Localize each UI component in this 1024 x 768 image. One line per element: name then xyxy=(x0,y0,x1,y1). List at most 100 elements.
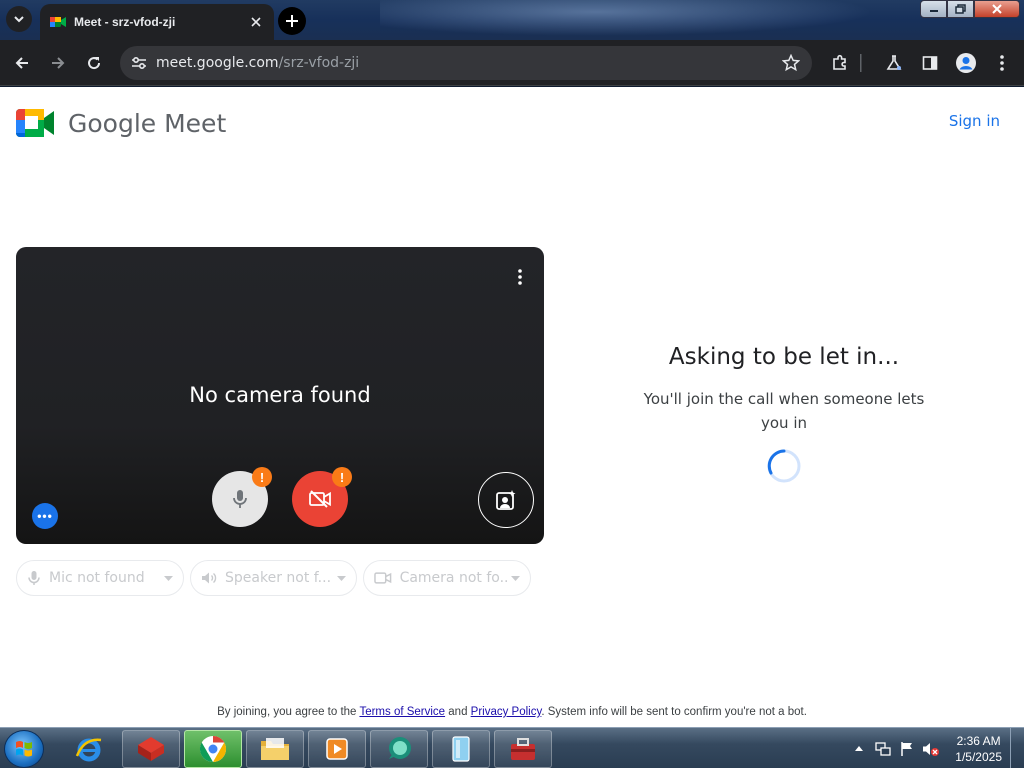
reload-icon xyxy=(88,57,101,70)
taskbar-file-explorer[interactable] xyxy=(246,730,304,768)
terms-of-service-link[interactable]: Terms of Service xyxy=(359,706,445,718)
side-panel-icon xyxy=(922,56,938,70)
legal-suffix: . System info will be sent to confirm yo… xyxy=(541,706,807,718)
sign-in-link[interactable]: Sign in xyxy=(949,112,1000,130)
chrome-icon xyxy=(199,735,227,763)
taskbar-chrome-browser[interactable] xyxy=(184,730,242,768)
flag-icon xyxy=(901,741,912,756)
caret-down-icon xyxy=(336,573,346,583)
network-tray-icon[interactable] xyxy=(874,740,892,758)
mic-icon xyxy=(233,490,247,508)
avatar-icon xyxy=(956,53,976,73)
no-camera-message: No camera found xyxy=(189,383,371,407)
browser-tab-meet[interactable]: Meet - srz-vfod-zji xyxy=(40,4,274,40)
chevron-down-icon xyxy=(14,16,24,23)
meet-page: Google Meet Sign in No camera found ! ! … xyxy=(0,87,1024,727)
tab-title: Meet - srz-vfod-zji xyxy=(74,15,176,29)
window-close-button[interactable] xyxy=(974,0,1020,18)
preview-options-button[interactable] xyxy=(510,265,530,289)
start-button[interactable] xyxy=(4,730,44,768)
camera-off-icon xyxy=(309,490,331,508)
minimize-icon xyxy=(929,10,938,12)
volume-tray-icon[interactable] xyxy=(922,740,940,758)
taskbar-app-glass[interactable] xyxy=(432,730,490,768)
microphone-toggle-button[interactable]: ! xyxy=(212,467,272,527)
taskbar-internet-explorer[interactable] xyxy=(60,730,118,768)
flask-icon xyxy=(886,55,902,70)
show-desktop-button[interactable] xyxy=(1010,728,1024,768)
join-status-subtitle: You'll join the call when someone lets y… xyxy=(643,390,925,432)
arrow-right-icon xyxy=(52,57,65,69)
loading-spinner-icon xyxy=(767,449,801,483)
star-icon xyxy=(782,54,800,72)
new-tab-button[interactable] xyxy=(278,7,306,35)
action-center-tray-icon[interactable] xyxy=(898,740,916,758)
toolbox-icon xyxy=(511,738,535,760)
more-vert-icon xyxy=(1000,55,1004,71)
back-button[interactable] xyxy=(10,51,34,75)
taskbar-app-teal[interactable] xyxy=(370,730,428,768)
camera-warning-badge: ! xyxy=(332,467,352,487)
tab-search-button[interactable] xyxy=(6,6,32,32)
mic-warning-badge: ! xyxy=(252,467,272,487)
taskbar-app-red-cube[interactable] xyxy=(122,730,180,768)
browser-menu-button[interactable] xyxy=(990,51,1014,75)
restore-button[interactable] xyxy=(947,0,974,18)
browser-toolbar: meet.google.com/srz-vfod-zji xyxy=(0,40,1024,86)
taskbar-app-toolbox[interactable] xyxy=(494,730,552,768)
meet-logo-icon xyxy=(16,109,54,137)
windows-logo-icon xyxy=(16,741,32,757)
camera-toggle-button[interactable]: ! xyxy=(292,467,352,527)
extensions-button[interactable] xyxy=(828,51,852,75)
bookmark-button[interactable] xyxy=(780,52,802,74)
mic-device-select[interactable]: Mic not found xyxy=(16,560,184,596)
legal-prefix: By joining, you agree to the xyxy=(217,706,360,718)
toolbar-divider xyxy=(858,51,864,75)
privacy-policy-link[interactable]: Privacy Policy xyxy=(471,706,542,718)
address-bar[interactable]: meet.google.com/srz-vfod-zji xyxy=(120,46,812,80)
camera-icon xyxy=(374,572,392,584)
close-icon xyxy=(251,17,261,27)
speaker-device-select[interactable]: Speaker not f... xyxy=(190,560,357,596)
clock-time: 2:36 AM xyxy=(956,734,1001,748)
forward-button[interactable] xyxy=(46,51,70,75)
windows-taskbar: 2:36 AM 1/5/2025 xyxy=(0,727,1024,768)
browser-titlebar: Meet - srz-vfod-zji xyxy=(0,0,1024,40)
speaker-icon xyxy=(202,572,217,584)
plus-icon xyxy=(286,15,298,27)
caret-down-icon xyxy=(163,573,173,583)
profile-button[interactable] xyxy=(954,51,978,75)
reload-button[interactable] xyxy=(82,51,106,75)
visual-effects-button[interactable] xyxy=(478,472,534,528)
minimize-button[interactable] xyxy=(920,0,947,18)
labs-button[interactable] xyxy=(882,51,906,75)
speaker-device-label: Speaker not f... xyxy=(225,570,332,586)
caret-up-icon xyxy=(855,746,863,751)
google-meet-logo[interactable]: Google Meet xyxy=(16,107,226,139)
taskbar-clock[interactable]: 2:36 AM 1/5/2025 xyxy=(955,733,1002,765)
taskbar-media-player[interactable] xyxy=(308,730,366,768)
more-options-button[interactable]: ••• xyxy=(32,503,58,529)
glass-app-icon xyxy=(452,736,470,762)
person-sparkle-icon xyxy=(496,490,516,510)
url-path: /srz-vfod-zji xyxy=(278,55,360,71)
mic-icon xyxy=(28,571,40,585)
video-preview: No camera found ! ! ••• xyxy=(16,247,544,544)
url-text: meet.google.com/srz-vfod-zji xyxy=(156,55,359,71)
tab-close-button[interactable] xyxy=(248,14,264,30)
camera-device-label: Camera not fo... xyxy=(399,570,511,586)
side-panel-button[interactable] xyxy=(918,51,942,75)
restore-icon xyxy=(955,4,966,14)
tune-icon xyxy=(132,56,146,70)
camera-device-select[interactable]: Camera not fo... xyxy=(363,560,531,596)
meet-favicon-icon xyxy=(50,17,66,27)
chat-bubble-icon xyxy=(389,737,411,759)
show-hidden-icons-button[interactable] xyxy=(850,740,868,758)
more-vert-icon xyxy=(518,269,522,285)
internet-explorer-icon xyxy=(75,738,102,762)
arrow-left-icon xyxy=(15,57,28,69)
mic-device-label: Mic not found xyxy=(49,570,145,586)
url-domain: meet.google.com xyxy=(156,55,279,71)
legal-notice: By joining, you agree to the Terms of Se… xyxy=(0,706,1024,718)
site-info-button[interactable] xyxy=(128,52,150,74)
